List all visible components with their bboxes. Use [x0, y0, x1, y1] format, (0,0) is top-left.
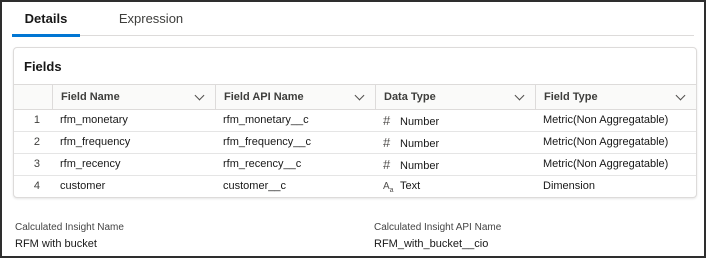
row-number: 4 [33, 180, 40, 192]
field-api-name-cell: rfm_recency__c [223, 158, 302, 170]
field-api-name-cell: rfm_frequency__c [223, 136, 312, 148]
number-icon: # [383, 157, 391, 172]
field-name-cell: rfm_monetary [60, 114, 128, 126]
data-type-label: Number [400, 160, 440, 172]
details-panel: Details Expression Fields Field Name Fie… [0, 0, 706, 258]
text-type-icon: Aa [383, 181, 394, 194]
field-name-cell: customer [60, 180, 106, 192]
row-number: 3 [33, 158, 40, 170]
data-type-label: Text [400, 180, 421, 192]
column-header-field-type[interactable]: Field Type [535, 85, 696, 109]
number-icon: # [383, 113, 391, 128]
card-title: Fields [24, 59, 62, 74]
row-number: 2 [33, 136, 40, 148]
field-type-cell: Metric(Non Aggregatable) [543, 114, 669, 126]
table-header: Field Name Field API Name Data Type Fiel… [14, 84, 696, 110]
column-header-field-name[interactable]: Field Name [52, 85, 215, 109]
number-icon: # [383, 135, 391, 150]
fields-card: Fields Field Name Field API Name Data Ty… [13, 47, 697, 198]
table-row: 3 rfm_recency rfm_recency__c # Number Met… [14, 154, 696, 176]
field-type-cell: Metric(Non Aggregatable) [543, 136, 669, 148]
column-header-field-api-name[interactable]: Field API Name [215, 85, 375, 109]
chevron-down-icon[interactable] [514, 90, 525, 101]
insight-api-name-label: Calculated Insight API Name [374, 222, 502, 233]
column-label: Data Type [384, 91, 436, 103]
field-api-name-cell: rfm_monetary__c [223, 114, 309, 126]
column-label: Field Name [61, 91, 120, 103]
chevron-down-icon[interactable] [675, 90, 686, 101]
row-number-header [14, 85, 52, 109]
data-type-cell: # Number [375, 132, 535, 153]
chevron-down-icon[interactable] [194, 90, 205, 101]
insight-name-label: Calculated Insight Name [15, 222, 124, 233]
tab-details[interactable]: Details [12, 6, 80, 37]
column-label: Field API Name [224, 91, 304, 103]
tab-expression[interactable]: Expression [106, 6, 196, 36]
chevron-down-icon[interactable] [354, 90, 365, 101]
data-type-cell: Aa Text [375, 176, 535, 197]
field-api-name-cell: customer__c [223, 180, 286, 192]
field-name-cell: rfm_frequency [60, 136, 131, 148]
row-number: 1 [33, 114, 40, 126]
column-label: Field Type [544, 91, 598, 103]
field-type-cell: Metric(Non Aggregatable) [543, 158, 669, 170]
table-row: 2 rfm_frequency rfm_frequency__c # Number… [14, 132, 696, 154]
data-type-label: Number [400, 116, 440, 128]
fields-table: Field Name Field API Name Data Type Fiel… [14, 84, 696, 198]
insight-api-name-value: RFM_with_bucket__cio [374, 238, 489, 250]
tab-bar: Details Expression [12, 6, 694, 37]
field-type-cell: Dimension [543, 180, 595, 192]
data-type-cell: # Number [375, 154, 535, 175]
column-header-data-type[interactable]: Data Type [375, 85, 535, 109]
table-row: 1 rfm_monetary rfm_monetary__c # Number M… [14, 110, 696, 132]
insight-name-value: RFM with bucket [15, 238, 97, 250]
table-row: 4 customer customer__c Aa Text Dimension [14, 176, 696, 198]
data-type-label: Number [400, 138, 440, 150]
field-name-cell: rfm_recency [60, 158, 121, 170]
data-type-cell: # Number [375, 110, 535, 131]
